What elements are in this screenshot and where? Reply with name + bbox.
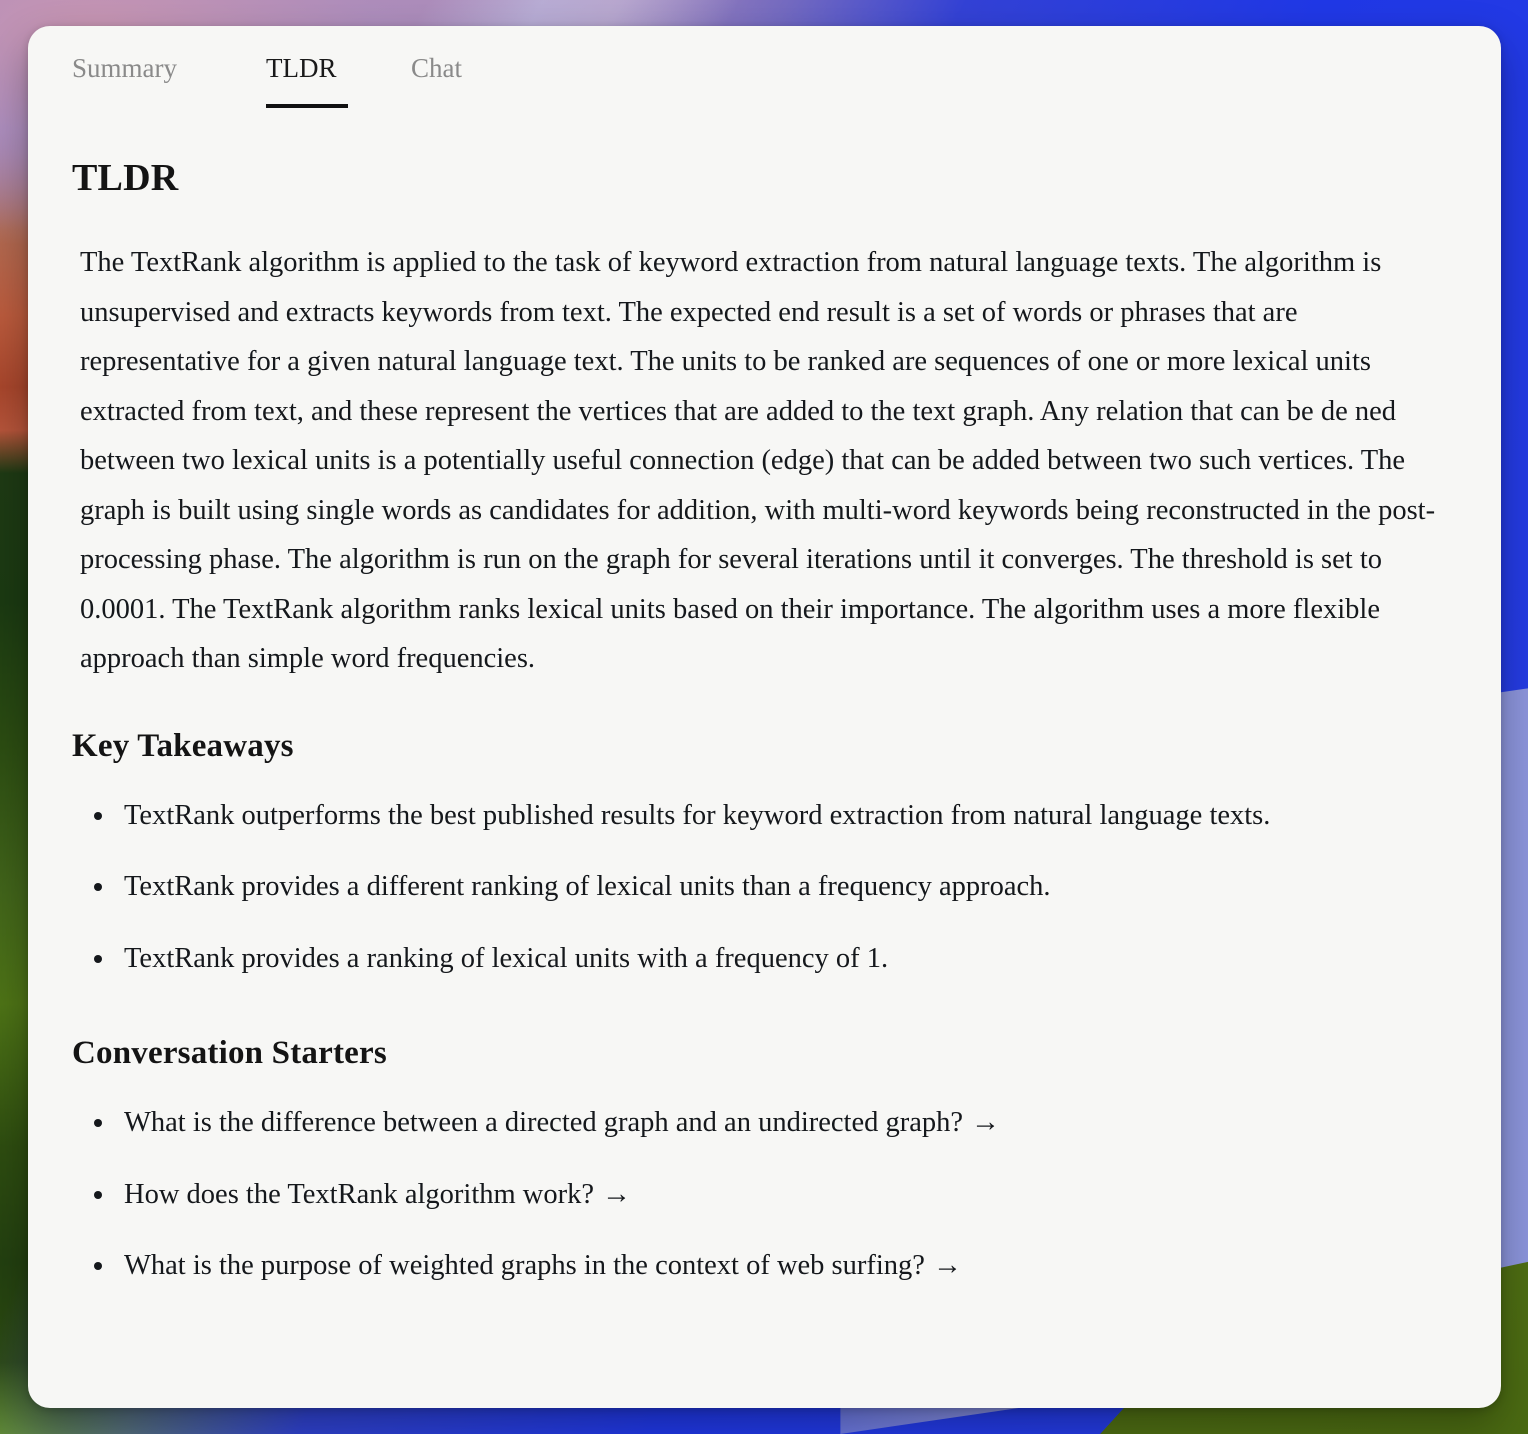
tab-tldr[interactable]: TLDR <box>266 52 411 108</box>
page-title: TLDR <box>72 157 179 199</box>
conversation-starter-item-label: How does the TextRank algorithm work? <box>124 1178 595 1210</box>
bullet-dot-icon <box>94 1119 102 1127</box>
conversation-starters-heading: Conversation Starters <box>72 1035 387 1071</box>
bullet-dot-icon <box>94 1190 102 1199</box>
conversation-starter-item-label: What is the difference between a directe… <box>124 1107 964 1138</box>
key-takeaway-item: TextRank outperforms the best published … <box>72 791 1432 841</box>
arrow-right-icon[interactable]: → <box>594 1178 631 1210</box>
key-takeaway-item-label: TextRank provides a ranking of lexical u… <box>124 942 889 974</box>
bullet-dot-icon <box>94 1262 102 1270</box>
tldr-panel: TLDR The TextRank algorithm is applied t… <box>72 156 1475 1333</box>
tab-summary-label: Summary <box>72 53 177 83</box>
conversation-starters-section: Conversation Starters What is the differ… <box>72 1035 1475 1291</box>
tab-chat-label: Chat <box>411 53 462 83</box>
conversation-starter-item[interactable]: What is the purpose of weighted graphs i… <box>72 1241 1432 1291</box>
bullet-dot-icon <box>94 954 102 963</box>
key-takeaways-heading: Key Takeaways <box>72 727 294 764</box>
key-takeaway-item: TextRank provides a different ranking of… <box>72 862 1432 912</box>
bullet-dot-icon <box>94 811 102 820</box>
conversation-starter-item-label: What is the purpose of weighted graphs i… <box>124 1250 925 1281</box>
key-takeaways-section: Key Takeaways TextRank outperforms the b… <box>72 728 1475 984</box>
arrow-right-icon[interactable]: → <box>925 1249 962 1281</box>
key-takeaways-list: TextRank outperforms the best published … <box>72 791 1475 984</box>
bullet-dot-icon <box>94 883 102 891</box>
key-takeaway-item: TextRank provides a ranking of lexical u… <box>72 934 1432 984</box>
key-takeaway-item-label: TextRank provides a different ranking of… <box>124 871 1051 902</box>
tab-tldr-label: TLDR <box>266 53 337 83</box>
arrow-right-icon[interactable]: → <box>963 1106 1000 1138</box>
conversation-starter-item[interactable]: How does the TextRank algorithm work? → <box>72 1170 1432 1220</box>
tab-active-underline <box>266 104 348 108</box>
tab-bar: Summary TLDR Chat <box>72 52 531 108</box>
tab-chat[interactable]: Chat <box>411 52 531 90</box>
conversation-starters-list: What is the difference between a directe… <box>72 1098 1475 1291</box>
tldr-summary-text: The TextRank algorithm is applied to the… <box>80 247 1436 674</box>
key-takeaway-item-label: TextRank outperforms the best published … <box>124 799 1271 831</box>
content-card: Summary TLDR Chat TLDR The TextRank algo… <box>28 26 1501 1408</box>
tab-summary[interactable]: Summary <box>72 52 266 90</box>
conversation-starter-item[interactable]: What is the difference between a directe… <box>72 1098 1432 1148</box>
